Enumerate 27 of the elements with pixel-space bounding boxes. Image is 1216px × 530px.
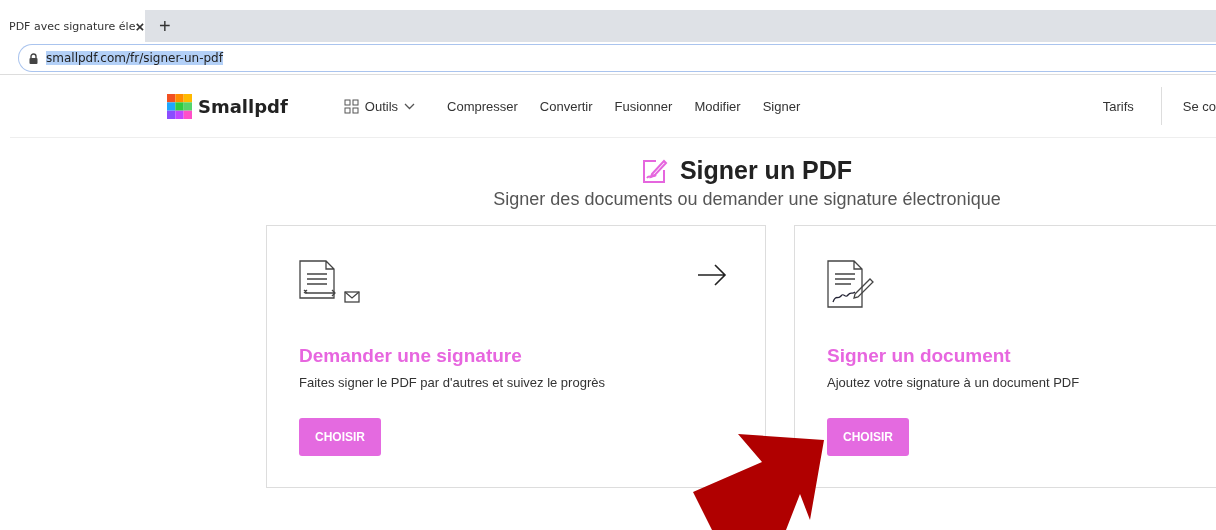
tools-menu[interactable]: Outils [343, 98, 416, 114]
url-text: smallpdf.com/fr/signer-un-pdf [46, 51, 223, 65]
page-subtitle: Signer des documents ou demander une signature électronique [493, 189, 1001, 210]
logo-icon [167, 93, 192, 119]
page-title: Signer un PDF [679, 156, 853, 185]
card-description: Ajoutez votre signature à un document PDF [827, 375, 1081, 390]
nav-link[interactable]: Fusionner [614, 98, 673, 114]
nav-link[interactable]: Convertir [539, 98, 593, 114]
card-title: Demander une signature [299, 345, 523, 367]
sign-edit-icon [641, 157, 668, 184]
nav-link[interactable]: Se co [1182, 98, 1216, 114]
nav-link[interactable]: Modifier [694, 98, 741, 114]
nav-link[interactable]: Tarifs [1102, 98, 1134, 114]
lock-icon [29, 52, 38, 64]
new-tab-button[interactable]: + [157, 10, 173, 42]
nav-link[interactable]: Compresser [447, 98, 518, 114]
close-tab-button[interactable]: × [135, 17, 145, 35]
chevron-down-icon [404, 102, 416, 110]
card-description: Faites signer le PDF par d'autres et suivez le progrès [299, 375, 606, 390]
tab-title: PDF avec signature éle [9, 19, 136, 33]
card-title: Signer un document [827, 345, 1012, 367]
nav-link[interactable]: Signer [762, 98, 801, 114]
browser-tab[interactable]: PDF avec signature éle× [0, 10, 145, 42]
logo-text: Smallpdf [198, 95, 288, 117]
grid-icon [343, 98, 359, 114]
option-card[interactable]: Demander une signature Faites signer le PDF par d'autres et suivez le progrès CHOISIR [266, 225, 766, 488]
document-signature-icon [827, 260, 875, 308]
